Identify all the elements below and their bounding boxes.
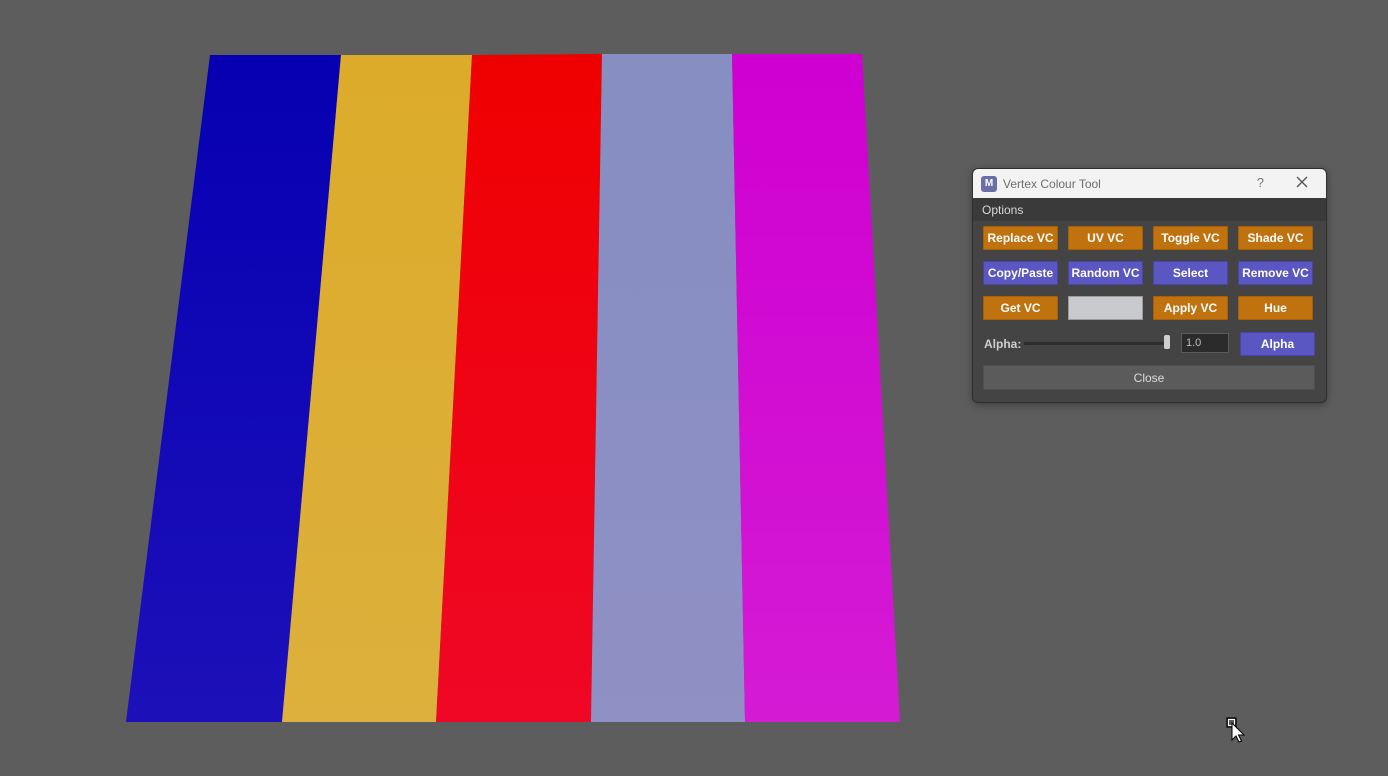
- vertex-colour-tool-window: M Vertex Colour Tool ? Options Replace V…: [972, 168, 1327, 403]
- select-button[interactable]: Select: [1153, 261, 1228, 285]
- replace-vc-button[interactable]: Replace VC: [983, 226, 1058, 250]
- get-vc-button[interactable]: Get VC: [983, 296, 1058, 320]
- alpha-slider[interactable]: [1024, 342, 1170, 345]
- alpha-slider-handle[interactable]: [1164, 335, 1170, 349]
- colour-swatch[interactable]: [1068, 296, 1143, 320]
- toggle-vc-button[interactable]: Toggle VC: [1153, 226, 1228, 250]
- alpha-label: Alpha:: [984, 337, 1022, 351]
- close-icon[interactable]: [1294, 174, 1310, 190]
- copy-paste-button[interactable]: Copy/Paste: [983, 261, 1058, 285]
- uv-vc-button[interactable]: UV VC: [1068, 226, 1143, 250]
- menu-options[interactable]: Options: [982, 203, 1023, 217]
- window-title: Vertex Colour Tool: [1003, 176, 1101, 191]
- apply-vc-button[interactable]: Apply VC: [1153, 296, 1228, 320]
- close-button[interactable]: Close: [983, 365, 1315, 390]
- stripe-magenta: [732, 54, 900, 722]
- stripe-lavender: [591, 54, 745, 722]
- hue-button[interactable]: Hue: [1238, 296, 1313, 320]
- random-vc-button[interactable]: Random VC: [1068, 261, 1143, 285]
- menu-bar: Options: [973, 198, 1326, 221]
- help-button[interactable]: ?: [1257, 175, 1264, 190]
- alpha-button[interactable]: Alpha: [1240, 332, 1315, 356]
- remove-vc-button[interactable]: Remove VC: [1238, 261, 1313, 285]
- shade-vc-button[interactable]: Shade VC: [1238, 226, 1313, 250]
- alpha-value-field[interactable]: 1.0: [1181, 333, 1229, 353]
- app-icon: M: [981, 175, 997, 192]
- title-bar[interactable]: M Vertex Colour Tool ?: [973, 169, 1326, 198]
- mouse-cursor-icon: [1226, 717, 1246, 743]
